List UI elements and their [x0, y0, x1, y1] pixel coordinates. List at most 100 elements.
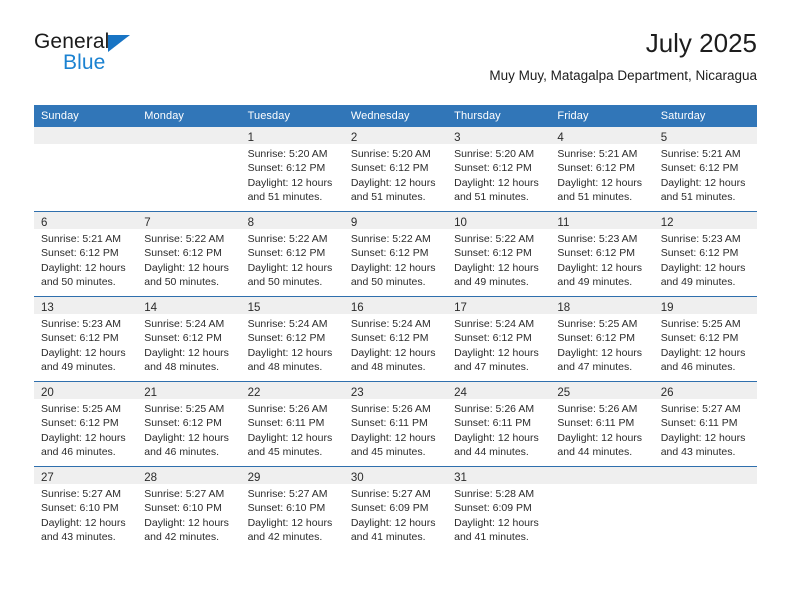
day-number-band: 2: [343, 127, 448, 144]
day-number-band: 31: [447, 467, 551, 484]
day-number: 10: [454, 217, 467, 229]
sunset-text: Sunset: 6:12 PM: [144, 332, 222, 345]
daylight-text-line1: Daylight: 12 hours: [144, 261, 229, 274]
calendar-day-cell[interactable]: 14 Sunrise: 5:24 AM Sunset: 6:12 PM Dayligh…: [137, 296, 241, 382]
daylight-text-line1: Daylight: 12 hours: [41, 516, 126, 529]
day-number: 2: [350, 132, 358, 144]
calendar-day-cell[interactable]: 23 Sunrise: 5:26 AM Sunset: 6:11 PM Dayligh…: [343, 381, 448, 467]
calendar-day-cell[interactable]: 28 Sunrise: 5:27 AM Sunset: 6:10 PM Dayligh…: [137, 466, 241, 551]
day-number: 17: [454, 302, 467, 314]
daylight-text-line2: and 48 minutes.: [350, 361, 426, 374]
day-detail-lines: Sunrise: 5:20 AM Sunset: 6:12 PM Daylight:…: [241, 144, 344, 205]
daylight-text-line2: and 44 minutes.: [557, 446, 633, 459]
calendar-day-cell[interactable]: 5 Sunrise: 5:21 AM Sunset: 6:12 PM Daylight…: [653, 127, 757, 212]
daylight-text-line2: and 50 minutes.: [144, 276, 219, 289]
weekday-header-tuesday: Tuesday: [240, 105, 344, 127]
calendar-day-cell[interactable]: 15 Sunrise: 5:24 AM Sunset: 6:12 PM Dayligh…: [240, 296, 344, 382]
sunset-text: Sunset: 6:10 PM: [41, 502, 119, 515]
calendar-day-cell[interactable]: 18 Sunrise: 5:25 AM Sunset: 6:12 PM Dayligh…: [550, 296, 654, 382]
calendar-day-cell[interactable]: 6 Sunrise: 5:21 AM Sunset: 6:12 PM Daylight…: [34, 211, 138, 297]
calendar-day-cell[interactable]: 1 Sunrise: 5:20 AM Sunset: 6:12 PM Daylight…: [240, 127, 344, 212]
day-cell-inner: 14 Sunrise: 5:24 AM Sunset: 6:12 PM Dayligh…: [137, 297, 241, 381]
daylight-text-line2: and 43 minutes.: [660, 446, 736, 459]
day-detail-lines: Sunrise: 5:22 AM Sunset: 6:12 PM Daylight:…: [447, 229, 550, 290]
daylight-text-line1: Daylight: 12 hours: [247, 261, 333, 274]
daylight-text-line2: and 45 minutes.: [247, 446, 323, 459]
day-number-band: 12: [653, 212, 757, 229]
day-number: 27: [41, 472, 54, 484]
daylight-text-line1: Daylight: 12 hours: [41, 431, 126, 444]
calendar-day-cell[interactable]: 25 Sunrise: 5:26 AM Sunset: 6:11 PM Dayligh…: [550, 381, 654, 467]
day-number: 28: [144, 472, 158, 484]
day-number-band: [653, 467, 757, 484]
calendar-day-cell[interactable]: 30 Sunrise: 5:27 AM Sunset: 6:09 PM Dayligh…: [343, 466, 448, 551]
daylight-text-line2: and 51 minutes.: [454, 191, 529, 204]
sunset-text: Sunset: 6:12 PM: [660, 247, 739, 260]
daylight-text-line2: and 48 minutes.: [247, 361, 323, 374]
day-number: 31: [454, 472, 467, 484]
day-number-band: [550, 467, 654, 484]
day-detail-lines: Sunrise: 5:26 AM Sunset: 6:11 PM Daylight:…: [447, 399, 550, 460]
sunrise-text: Sunrise: 5:23 AM: [660, 233, 741, 245]
day-number: 6: [41, 217, 48, 229]
calendar-day-cell[interactable]: 3 Sunrise: 5:20 AM Sunset: 6:12 PM Daylight…: [447, 127, 551, 212]
day-number-band: 13: [34, 297, 138, 314]
day-cell-inner: 29 Sunrise: 5:27 AM Sunset: 6:10 PM Dayligh…: [240, 467, 344, 551]
day-detail-lines: Sunrise: 5:21 AM Sunset: 6:12 PM Daylight:…: [550, 144, 653, 205]
sunrise-text: Sunrise: 5:27 AM: [350, 488, 431, 500]
calendar-day-cell[interactable]: 21 Sunrise: 5:25 AM Sunset: 6:12 PM Dayligh…: [137, 381, 241, 467]
day-detail-lines: Sunrise: 5:22 AM Sunset: 6:12 PM Daylight:…: [137, 229, 240, 290]
calendar-day-cell[interactable]: 11 Sunrise: 5:23 AM Sunset: 6:12 PM Dayligh…: [550, 211, 654, 297]
calendar-day-cell[interactable]: 16 Sunrise: 5:24 AM Sunset: 6:12 PM Dayligh…: [343, 296, 448, 382]
day-cell-inner: 19 Sunrise: 5:25 AM Sunset: 6:12 PM Dayligh…: [653, 297, 757, 381]
day-detail-lines: Sunrise: 5:22 AM Sunset: 6:12 PM Daylight:…: [241, 229, 344, 290]
calendar-day-cell[interactable]: 10 Sunrise: 5:22 AM Sunset: 6:12 PM Dayligh…: [447, 211, 551, 297]
day-detail-lines: Sunrise: 5:23 AM Sunset: 6:12 PM Daylight:…: [34, 314, 137, 375]
daylight-text-line2: and 46 minutes.: [41, 446, 116, 459]
sunset-text: Sunset: 6:12 PM: [41, 332, 119, 345]
calendar-day-cell[interactable]: 13 Sunrise: 5:23 AM Sunset: 6:12 PM Dayligh…: [34, 296, 138, 382]
calendar-day-cell-empty: [550, 466, 654, 551]
brand-name-bottom: Blue: [63, 51, 106, 74]
weekday-header-thursday: Thursday: [447, 105, 551, 127]
calendar-day-cell[interactable]: 7 Sunrise: 5:22 AM Sunset: 6:12 PM Daylight…: [137, 211, 241, 297]
day-number: 30: [350, 472, 364, 484]
calendar-day-cell[interactable]: 27 Sunrise: 5:27 AM Sunset: 6:10 PM Dayligh…: [34, 466, 138, 551]
day-cell-inner: 7 Sunrise: 5:22 AM Sunset: 6:12 PM Daylight…: [137, 212, 241, 296]
day-cell-inner: [653, 467, 757, 551]
sunset-text: Sunset: 6:12 PM: [454, 247, 532, 260]
calendar-day-cell[interactable]: 9 Sunrise: 5:22 AM Sunset: 6:12 PM Daylight…: [343, 211, 448, 297]
day-cell-inner: 20 Sunrise: 5:25 AM Sunset: 6:12 PM Dayligh…: [34, 382, 138, 466]
calendar-day-cell-empty: [653, 466, 757, 551]
calendar-day-cell[interactable]: 4 Sunrise: 5:21 AM Sunset: 6:12 PM Daylight…: [550, 127, 654, 212]
day-number-band: 21: [137, 382, 241, 399]
calendar-day-cell[interactable]: 24 Sunrise: 5:26 AM Sunset: 6:11 PM Dayligh…: [447, 381, 551, 467]
calendar-day-cell[interactable]: 22 Sunrise: 5:26 AM Sunset: 6:11 PM Dayligh…: [240, 381, 344, 467]
day-detail-lines: Sunrise: 5:27 AM Sunset: 6:10 PM Daylight:…: [241, 484, 344, 545]
calendar-day-cell[interactable]: 8 Sunrise: 5:22 AM Sunset: 6:12 PM Daylight…: [240, 211, 344, 297]
calendar-day-cell[interactable]: 12 Sunrise: 5:23 AM Sunset: 6:12 PM Dayligh…: [653, 211, 757, 297]
day-cell-inner: 23 Sunrise: 5:26 AM Sunset: 6:11 PM Dayligh…: [343, 382, 448, 466]
sunset-text: Sunset: 6:12 PM: [247, 247, 326, 260]
day-number-band: 3: [447, 127, 551, 144]
calendar-day-cell[interactable]: 2 Sunrise: 5:20 AM Sunset: 6:12 PM Daylight…: [343, 127, 448, 212]
sunset-text: Sunset: 6:11 PM: [454, 417, 531, 430]
day-cell-inner: 9 Sunrise: 5:22 AM Sunset: 6:12 PM Daylight…: [343, 212, 448, 296]
day-number: 7: [144, 217, 151, 229]
calendar-day-cell[interactable]: 26 Sunrise: 5:27 AM Sunset: 6:11 PM Dayligh…: [653, 381, 757, 467]
day-cell-inner: 27 Sunrise: 5:27 AM Sunset: 6:10 PM Dayligh…: [34, 467, 138, 551]
day-detail-lines: Sunrise: 5:24 AM Sunset: 6:12 PM Daylight:…: [447, 314, 550, 375]
daylight-text-line2: and 42 minutes.: [144, 531, 219, 544]
day-number-band: 8: [240, 212, 344, 229]
calendar-day-cell[interactable]: 17 Sunrise: 5:24 AM Sunset: 6:12 PM Dayligh…: [447, 296, 551, 382]
day-number-band: 29: [240, 467, 344, 484]
calendar-day-cell[interactable]: 31 Sunrise: 5:28 AM Sunset: 6:09 PM Dayligh…: [447, 466, 551, 551]
calendar-day-cell[interactable]: 20 Sunrise: 5:25 AM Sunset: 6:12 PM Dayligh…: [34, 381, 138, 467]
daylight-text-line1: Daylight: 12 hours: [350, 261, 436, 274]
daylight-text-line1: Daylight: 12 hours: [247, 516, 333, 529]
sunrise-text: Sunrise: 5:24 AM: [144, 318, 225, 330]
day-number: 1: [247, 132, 254, 144]
calendar-day-cell[interactable]: 19 Sunrise: 5:25 AM Sunset: 6:12 PM Dayligh…: [653, 296, 757, 382]
day-number: 4: [557, 132, 564, 144]
calendar-day-cell[interactable]: 29 Sunrise: 5:27 AM Sunset: 6:10 PM Dayligh…: [240, 466, 344, 551]
